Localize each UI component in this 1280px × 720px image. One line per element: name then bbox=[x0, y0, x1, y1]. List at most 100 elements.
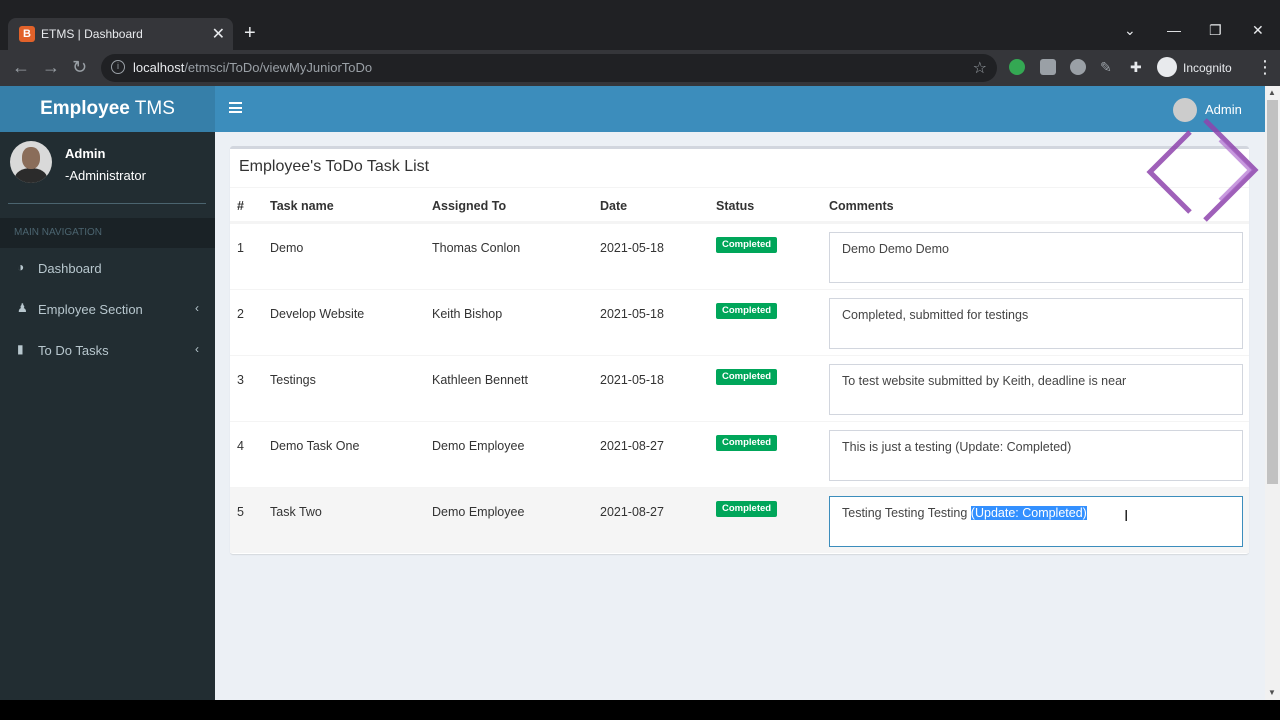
bookmark-star-icon[interactable]: ☆ bbox=[973, 58, 987, 78]
back-icon[interactable]: ← bbox=[12, 57, 30, 78]
status-badge: Completed bbox=[716, 303, 778, 319]
sidebar-header: MAIN NAVIGATION bbox=[0, 218, 215, 248]
comment-text: Testing Testing Testing bbox=[842, 506, 971, 520]
column-header-task-name: Task name bbox=[270, 199, 334, 213]
table-row: 2 Develop Website Keith Bishop 2021-05-1… bbox=[230, 289, 1249, 355]
table-row: 3 Testings Kathleen Bennett 2021-05-18 C… bbox=[230, 355, 1249, 421]
app: Employee TMS Admin Admin -Administrator … bbox=[0, 86, 1280, 700]
comment-textarea[interactable]: Demo Demo Demo bbox=[829, 232, 1243, 283]
tab-search-icon[interactable]: ⌄ bbox=[1124, 22, 1136, 39]
status-badge: Completed bbox=[716, 435, 778, 451]
file-icon: ▮ bbox=[17, 342, 24, 356]
minimize-icon[interactable]: — bbox=[1167, 22, 1181, 38]
scroll-thumb[interactable] bbox=[1267, 100, 1278, 484]
task-name: Demo bbox=[270, 241, 304, 255]
avatar bbox=[10, 141, 52, 183]
row-number: 1 bbox=[237, 241, 244, 255]
sidebar-item-label: To Do Tasks bbox=[38, 343, 109, 358]
status-badge: Completed bbox=[716, 237, 778, 253]
assigned-to: Thomas Conlon bbox=[432, 241, 521, 255]
table-row: 5 Task Two Demo Employee 2021-08-27 Comp… bbox=[230, 487, 1249, 553]
sidebar-item-employee-section[interactable]: ♟ Employee Section ‹ bbox=[0, 289, 215, 329]
menu-dots-icon[interactable]: ⋮ bbox=[1256, 57, 1274, 78]
close-window-icon[interactable]: ✕ bbox=[1252, 22, 1264, 39]
url-text: localhost/etmsci/ToDo/viewMyJuniorToDo bbox=[133, 60, 373, 75]
users-icon: ♟ bbox=[17, 301, 28, 315]
puzzle-icon[interactable]: ✚ bbox=[1130, 59, 1146, 75]
task-name: Develop Website bbox=[270, 307, 365, 321]
sidebar-item-label: Employee Section bbox=[38, 302, 143, 317]
info-icon[interactable]: i bbox=[111, 60, 125, 74]
box-header-divider bbox=[230, 187, 1249, 188]
user-role: -Administrator bbox=[65, 168, 146, 183]
assigned-to: Demo Employee bbox=[432, 505, 525, 519]
new-tab-icon[interactable]: + bbox=[244, 22, 256, 45]
comment-textarea[interactable]: Completed, submitted for testings bbox=[829, 298, 1243, 349]
browser-tab[interactable]: B ETMS | Dashboard ✕ bbox=[8, 18, 233, 50]
reload-icon[interactable]: ↻ bbox=[72, 57, 87, 78]
column-header-comments: Comments bbox=[829, 199, 894, 213]
tab-strip: B ETMS | Dashboard ✕ + ⌄ — ❐ ✕ bbox=[0, 0, 1280, 50]
incognito-icon bbox=[1157, 57, 1177, 77]
chevron-left-icon: ‹ bbox=[195, 301, 199, 315]
row-number: 2 bbox=[237, 307, 244, 321]
selected-text: (Update: Completed) bbox=[970, 506, 1087, 520]
chevron-left-icon: ‹ bbox=[195, 342, 199, 356]
scroll-up-icon[interactable]: ▲ bbox=[1268, 88, 1276, 97]
task-date: 2021-08-27 bbox=[600, 439, 664, 453]
user-name: Admin bbox=[65, 146, 106, 161]
user-panel: Admin -Administrator bbox=[0, 132, 215, 202]
close-tab-icon[interactable]: ✕ bbox=[212, 24, 225, 44]
scroll-down-icon[interactable]: ▼ bbox=[1268, 688, 1276, 697]
task-name: Demo Task One bbox=[270, 439, 360, 453]
cloud-icon[interactable] bbox=[1070, 59, 1086, 75]
status-badge: Completed bbox=[716, 501, 778, 517]
task-list-box: Employee's ToDo Task List # Task name As… bbox=[230, 146, 1249, 554]
comment-textarea[interactable]: To test website submitted by Keith, dead… bbox=[829, 364, 1243, 415]
table-row: 1 Demo Thomas Conlon 2021-05-18 Complete… bbox=[230, 223, 1249, 289]
assigned-to: Demo Employee bbox=[432, 439, 525, 453]
assigned-to: Keith Bishop bbox=[432, 307, 503, 321]
task-date: 2021-08-27 bbox=[600, 505, 664, 519]
row-number: 3 bbox=[237, 373, 244, 387]
sidebar-item-todo-tasks[interactable]: ▮ To Do Tasks ‹ bbox=[0, 330, 215, 370]
restore-icon[interactable]: ❐ bbox=[1209, 22, 1222, 39]
comment-textarea[interactable]: Testing Testing Testing (Update: Complet… bbox=[829, 496, 1243, 547]
task-date: 2021-05-18 bbox=[600, 241, 664, 255]
table-row: 4 Demo Task One Demo Employee 2021-08-27… bbox=[230, 421, 1249, 487]
bottom-bar bbox=[0, 700, 1280, 720]
pen-icon[interactable]: ✎ bbox=[1100, 59, 1116, 75]
app-logo[interactable]: Employee TMS bbox=[0, 86, 215, 132]
extension-icon[interactable] bbox=[1009, 59, 1025, 75]
tab-title: ETMS | Dashboard bbox=[41, 27, 143, 41]
task-date: 2021-05-18 bbox=[600, 373, 664, 387]
task-name: Testings bbox=[270, 373, 316, 387]
incognito-label: Incognito bbox=[1183, 61, 1232, 75]
column-header-status: Status bbox=[716, 199, 755, 213]
navbar-user-menu[interactable]: Admin bbox=[1173, 98, 1249, 122]
sidebar-item-label: Dashboard bbox=[38, 261, 102, 276]
browser-toolbar: ← → ↻ i localhost/etmsci/ToDo/viewMyJuni… bbox=[0, 50, 1280, 86]
forward-icon[interactable]: → bbox=[42, 57, 60, 78]
column-header-date: Date bbox=[600, 199, 628, 213]
task-name: Task Two bbox=[270, 505, 322, 519]
sidebar-item-dashboard[interactable]: ◑ Dashboard bbox=[0, 248, 215, 288]
sidebar-toggle-icon[interactable] bbox=[229, 102, 242, 113]
favicon-icon: B bbox=[19, 26, 35, 42]
page-scrollbar[interactable]: ▲ ▼ bbox=[1265, 86, 1280, 700]
text-cursor-icon: I bbox=[1124, 508, 1129, 525]
comment-textarea[interactable]: This is just a testing (Update: Complete… bbox=[829, 430, 1243, 481]
sidebar-divider bbox=[8, 203, 206, 204]
assigned-to: Kathleen Bennett bbox=[432, 373, 528, 387]
top-navbar: Admin bbox=[215, 86, 1265, 132]
browser-chrome: B ETMS | Dashboard ✕ + ⌄ — ❐ ✕ ← → ↻ i l… bbox=[0, 0, 1280, 86]
navbar-avatar bbox=[1173, 98, 1197, 122]
address-bar[interactable]: i localhost/etmsci/ToDo/viewMyJuniorToDo… bbox=[101, 54, 997, 82]
dashboard-icon: ◑ bbox=[17, 260, 25, 274]
row-number: 5 bbox=[237, 505, 244, 519]
navbar-user-name: Admin bbox=[1205, 102, 1242, 117]
column-header-assigned-to: Assigned To bbox=[432, 199, 507, 213]
status-badge: Completed bbox=[716, 369, 778, 385]
camera-icon[interactable] bbox=[1040, 59, 1056, 75]
row-number: 4 bbox=[237, 439, 244, 453]
